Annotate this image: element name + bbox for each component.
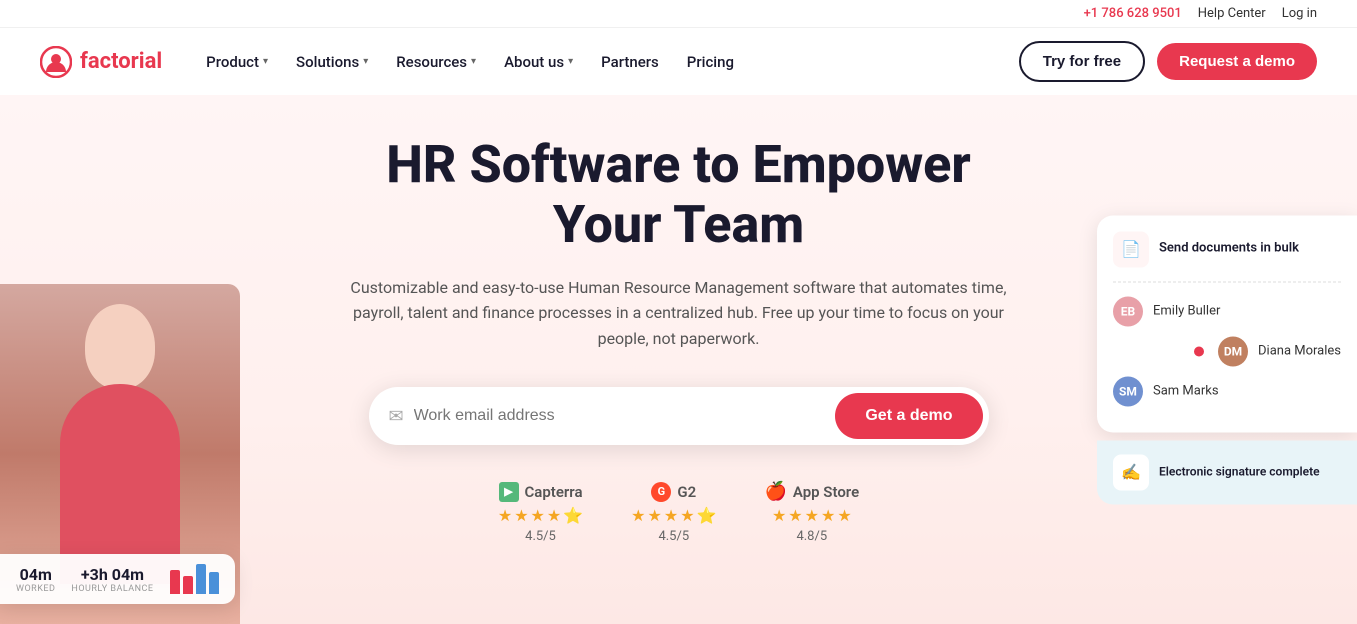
chevron-down-icon: ▾ xyxy=(363,56,368,67)
documents-widget: 📄 Send documents in bulk EB Emily Buller… xyxy=(1097,215,1357,432)
avatar-sam: SM xyxy=(1113,376,1143,406)
nav-item-partners[interactable]: Partners xyxy=(589,45,671,79)
chevron-down-icon: ▾ xyxy=(568,56,573,67)
g2-score: 4.5/5 xyxy=(658,529,689,544)
balance-label: HOURLY BALANCE xyxy=(71,584,153,594)
nav-actions: Try for free Request a demo xyxy=(1019,41,1317,82)
signature-text: Electronic signature complete xyxy=(1159,464,1320,480)
time-bars-chart xyxy=(170,564,219,594)
get-demo-button[interactable]: Get a demo xyxy=(835,393,982,439)
bar-3 xyxy=(196,564,206,594)
logo[interactable]: factorial xyxy=(40,46,162,78)
active-indicator xyxy=(1194,346,1204,356)
worked-label: WORKED xyxy=(16,584,55,594)
logo-icon xyxy=(40,46,72,78)
navbar: factorial Product ▾ Solutions ▾ Resource… xyxy=(0,27,1357,95)
right-widget-panel: 📄 Send documents in bulk EB Emily Buller… xyxy=(1097,215,1357,504)
apple-icon: 🍎 xyxy=(764,481,786,502)
g2-stars: ★ ★ ★ ★ ⭐ xyxy=(631,506,716,525)
nav-item-solutions[interactable]: Solutions ▾ xyxy=(284,45,380,79)
rating-g2: G G2 ★ ★ ★ ★ ⭐ 4.5/5 xyxy=(631,482,716,544)
g2-icon: G xyxy=(651,482,671,502)
request-demo-button[interactable]: Request a demo xyxy=(1157,43,1317,80)
rating-appstore: 🍎 App Store ★ ★ ★ ★ ★ 4.8/5 xyxy=(764,481,859,544)
doc-divider xyxy=(1113,281,1341,282)
hero-section: 04m WORKED +3h 04m HOURLY BALANCE HR Sof… xyxy=(0,95,1357,624)
bar-4 xyxy=(209,572,219,594)
chevron-down-icon: ▾ xyxy=(263,56,268,67)
avatar-emily: EB xyxy=(1113,296,1143,326)
capterra-score: 4.5/5 xyxy=(525,529,556,544)
signature-widget: ✍ Electronic signature complete xyxy=(1097,440,1357,504)
logo-text: factorial xyxy=(80,49,162,74)
person-name-sam: Sam Marks xyxy=(1153,384,1219,399)
nav-item-pricing[interactable]: Pricing xyxy=(675,45,746,79)
try-free-button[interactable]: Try for free xyxy=(1019,41,1145,82)
bar-2 xyxy=(183,576,193,594)
chevron-down-icon: ▾ xyxy=(471,56,476,67)
nav-item-resources[interactable]: Resources ▾ xyxy=(384,45,488,79)
time-widget: 04m WORKED +3h 04m HOURLY BALANCE xyxy=(0,554,235,604)
person-name-diana: Diana Morales xyxy=(1258,344,1341,359)
hero-title: HR Software to Empower Your Team xyxy=(339,135,1019,255)
avatar-diana: DM xyxy=(1218,336,1248,366)
nav-item-about[interactable]: About us ▾ xyxy=(492,45,585,79)
capterra-stars: ★ ★ ★ ★ ⭐ xyxy=(498,506,583,525)
nav-item-product[interactable]: Product ▾ xyxy=(194,45,280,79)
person-row-diana: DM Diana Morales xyxy=(1113,336,1341,366)
person-row-emily: EB Emily Buller xyxy=(1113,296,1341,326)
email-form: ✉ Get a demo xyxy=(369,387,989,445)
balance-stat: +3h 04m HOURLY BALANCE xyxy=(71,565,153,594)
rating-capterra: ▶ Capterra ★ ★ ★ ★ ⭐ 4.5/5 xyxy=(498,482,583,544)
doc-title: Send documents in bulk xyxy=(1159,241,1299,258)
capterra-brand: ▶ Capterra xyxy=(499,482,583,502)
login-link[interactable]: Log in xyxy=(1282,6,1317,21)
phone-number[interactable]: +1 786 628 9501 xyxy=(1084,6,1182,21)
hero-center: HR Software to Empower Your Team Customi… xyxy=(319,135,1039,544)
hero-description: Customizable and easy-to-use Human Resou… xyxy=(339,275,1019,352)
mail-icon: ✉ xyxy=(389,406,404,427)
signature-icon: ✍ xyxy=(1121,463,1141,482)
appstore-brand: 🍎 App Store xyxy=(764,481,859,502)
worked-value: 04m xyxy=(16,565,55,584)
email-input[interactable] xyxy=(414,407,836,425)
appstore-score: 4.8/5 xyxy=(796,529,827,544)
ratings-row: ▶ Capterra ★ ★ ★ ★ ⭐ 4.5/5 G G2 xyxy=(339,481,1019,544)
capterra-icon: ▶ xyxy=(499,482,519,502)
worked-stat: 04m WORKED xyxy=(16,565,55,594)
document-icon: 📄 xyxy=(1113,231,1149,267)
top-bar: +1 786 628 9501 Help Center Log in xyxy=(0,0,1357,27)
doc-header: 📄 Send documents in bulk xyxy=(1113,231,1341,267)
g2-brand: G G2 xyxy=(651,482,696,502)
balance-value: +3h 04m xyxy=(71,565,153,584)
appstore-stars: ★ ★ ★ ★ ★ xyxy=(772,506,852,525)
person-row-sam: SM Sam Marks xyxy=(1113,376,1341,406)
person-name-emily: Emily Buller xyxy=(1153,304,1220,319)
signature-icon-box: ✍ xyxy=(1113,454,1149,490)
nav-links: Product ▾ Solutions ▾ Resources ▾ About … xyxy=(194,45,1019,79)
help-center-link[interactable]: Help Center xyxy=(1198,6,1266,21)
bar-1 xyxy=(170,570,180,594)
